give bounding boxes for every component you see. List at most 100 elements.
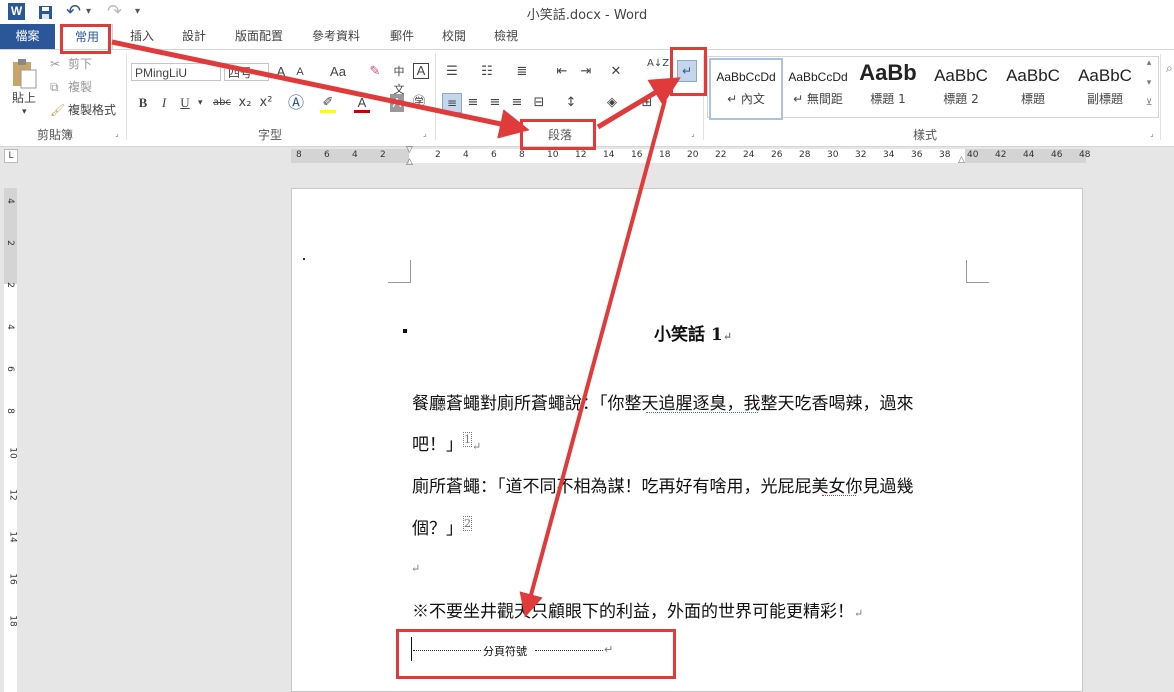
borders-icon[interactable]: ⊞	[638, 94, 656, 112]
style-title[interactable]: AaBbC 標題	[998, 58, 1068, 116]
highlight-box-show-marks	[670, 47, 707, 96]
character-border-icon[interactable]: A	[413, 63, 429, 79]
tab-design[interactable]: 設計	[172, 24, 216, 49]
undo-dropdown-icon[interactable]: ▾	[86, 2, 96, 22]
first-line-indent-marker[interactable]: ▽	[406, 145, 413, 155]
ruler-number: 24	[743, 150, 755, 160]
justify-icon[interactable]: ≡	[508, 94, 526, 112]
clipboard-launcher-icon[interactable]: ⌟	[115, 129, 119, 138]
tab-review[interactable]: 校閱	[432, 24, 476, 49]
right-indent-marker[interactable]: △	[958, 155, 965, 165]
distributed-icon[interactable]: ⊟	[530, 94, 548, 112]
tab-file[interactable]: 檔案	[0, 24, 55, 49]
bold-button[interactable]: B	[136, 94, 150, 112]
superscript-button[interactable]: x²	[258, 94, 274, 112]
style-heading-1[interactable]: AaBb 標題 1	[856, 58, 920, 116]
enclose-character-icon[interactable]: ㊫	[411, 94, 427, 112]
underline-dropdown-icon[interactable]: ▾	[198, 94, 203, 112]
save-icon[interactable]	[38, 2, 54, 22]
editing-icon[interactable]: ⌕	[1166, 60, 1173, 76]
line-spacing-icon[interactable]: ↕	[561, 94, 581, 112]
subscript-button[interactable]: x₂	[237, 94, 253, 112]
ruler-number: 10	[547, 150, 559, 160]
style-subtitle[interactable]: AaBbC 副標題	[1070, 58, 1140, 116]
paste-button[interactable]: 貼上	[12, 90, 42, 106]
align-right-icon[interactable]: ≡	[486, 94, 504, 112]
numbering-icon[interactable]: ☷	[477, 63, 497, 81]
window-title: 小笑話.docx - Word	[526, 8, 648, 23]
ruler-number: 46	[1051, 150, 1063, 160]
copy-icon[interactable]: ⧉	[50, 79, 59, 95]
paragraph-launcher-icon[interactable]: ⌟	[691, 129, 695, 138]
sort-icon[interactable]: A↓Z	[647, 58, 669, 70]
vruler-number: 2	[4, 282, 15, 288]
font-launcher-icon[interactable]: ⌟	[423, 129, 427, 138]
customize-qat-icon[interactable]: ▾	[135, 2, 145, 22]
list-bullet	[403, 329, 407, 333]
undo-icon[interactable]: ↶	[66, 2, 82, 22]
cut-button[interactable]: 剪下	[68, 56, 92, 72]
styles-scroll-up-icon[interactable]: ▴	[1143, 58, 1155, 76]
format-painter-icon[interactable]: 🖌	[50, 102, 65, 118]
footnote-ref-2[interactable]: 2	[463, 516, 472, 532]
character-shading-icon[interactable]: A	[390, 94, 404, 112]
tab-mailings[interactable]: 郵件	[380, 24, 424, 49]
ruler-number: 38	[939, 150, 951, 160]
spelling-underline	[822, 493, 856, 496]
ruler-number: 16	[631, 150, 643, 160]
align-center-icon[interactable]: ≡	[464, 94, 482, 112]
redo-icon[interactable]: ↷	[107, 2, 123, 22]
spelling-underline	[646, 410, 758, 413]
multilevel-list-icon[interactable]: ≣	[512, 63, 532, 81]
change-case-icon[interactable]: Aa	[325, 63, 351, 81]
tab-layout[interactable]: 版面配置	[226, 24, 292, 49]
format-painter-button[interactable]: 複製格式	[68, 102, 116, 118]
increase-indent-icon[interactable]: ⇥	[577, 63, 595, 81]
italic-button[interactable]: I	[157, 94, 171, 112]
vruler-number: 2	[4, 240, 15, 246]
moral-line[interactable]: ※不要坐井觀天只顧眼下的利益，外面的世界可能更精彩！↵	[412, 597, 863, 622]
footnote-ref-1[interactable]: 1	[463, 432, 472, 448]
vruler-number: 14	[7, 531, 18, 543]
font-name-combo[interactable]: PMingLiU	[131, 63, 221, 81]
vertical-ruler[interactable]: 4 2 2 4 6 8 10 12 14 16 18	[4, 188, 18, 692]
styles-more-icon[interactable]: ⊻	[1143, 98, 1155, 114]
corner-mark-tr	[966, 260, 989, 283]
styles-scroll-down-icon[interactable]: ▾	[1143, 78, 1155, 96]
styles-launcher-icon[interactable]: ⌟	[1150, 129, 1154, 138]
style-heading-2[interactable]: AaBbC 標題 2	[926, 58, 996, 116]
font-size-combo[interactable]: 四号	[224, 63, 269, 81]
vruler-number: 4	[4, 324, 15, 330]
paragraph-mark: ↵	[854, 607, 864, 620]
paste-dropdown-icon[interactable]: ▾	[22, 104, 27, 120]
shrink-font-icon[interactable]: A	[293, 63, 307, 81]
cut-icon[interactable]: ✂	[50, 56, 60, 72]
para1-line2-text: 吧！」	[412, 435, 463, 455]
tab-references[interactable]: 參考資料	[302, 24, 370, 49]
paragraph-2-line-2[interactable]: 個？」2	[412, 514, 472, 539]
underline-button[interactable]: U	[178, 94, 192, 112]
align-left-button[interactable]: ≡	[442, 93, 462, 113]
clear-format-icon[interactable]: ✎	[367, 63, 383, 81]
clipboard-group-label: 剪貼簿	[36, 128, 73, 142]
doc-title[interactable]: 小笑話 1↵	[654, 320, 732, 345]
style-normal[interactable]: AaBbCcDd ↵ 內文	[709, 58, 783, 120]
strikethrough-button[interactable]: abc	[211, 94, 233, 112]
left-indent-marker[interactable]: △	[406, 157, 413, 167]
asian-layout-icon[interactable]: ✕	[604, 63, 628, 81]
ruler-number: 4	[463, 150, 469, 160]
ruler-number: 44	[1023, 150, 1035, 160]
style-no-spacing[interactable]: AaBbCcDd ↵ 無間距	[783, 58, 853, 116]
decrease-indent-icon[interactable]: ⇤	[553, 63, 571, 81]
tab-insert[interactable]: 插入	[120, 24, 164, 49]
copy-button[interactable]: 複製	[68, 79, 92, 95]
tab-selector[interactable]: L	[4, 149, 18, 163]
tab-view[interactable]: 檢視	[484, 24, 528, 49]
paragraph-1-line-2[interactable]: 吧！」1↵	[412, 430, 481, 455]
paste-icon[interactable]	[10, 58, 38, 90]
text-effects-icon[interactable]: Ⓐ	[288, 94, 304, 112]
bullets-icon[interactable]: ☰	[442, 63, 462, 81]
vruler-number: 8	[4, 408, 15, 414]
shading-icon[interactable]: ◈	[603, 94, 621, 112]
grow-font-icon[interactable]: A	[274, 63, 288, 81]
